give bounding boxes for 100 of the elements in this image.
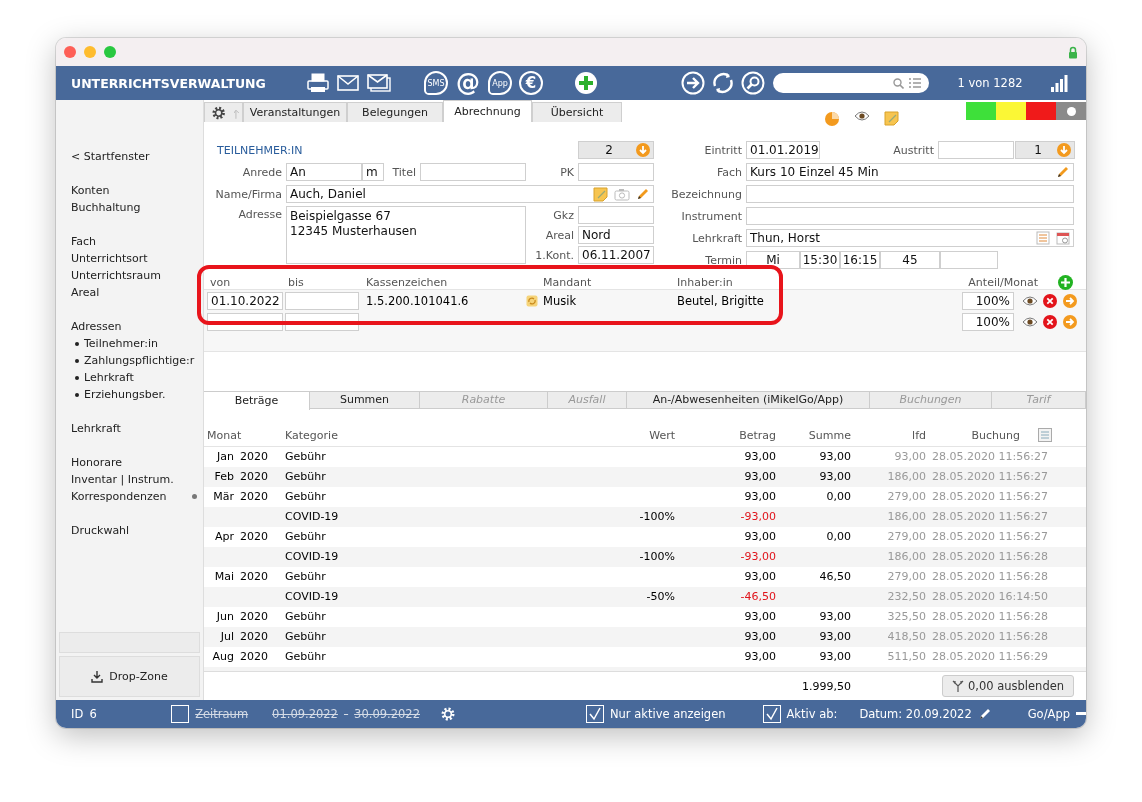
share-field[interactable]: 100% (962, 312, 1014, 331)
sidebar-item[interactable]: Unterrichtsraum (71, 269, 162, 282)
sidebar-item[interactable]: Lehrkraft (84, 371, 134, 384)
status-color-swatch[interactable] (996, 102, 1026, 120)
hide-button[interactable]: 0,00 ausblenden (942, 675, 1074, 697)
refresh-icon[interactable] (526, 294, 538, 307)
status-color-swatch[interactable] (966, 102, 996, 120)
refresh-icon[interactable] (711, 71, 735, 95)
text-field[interactable]: An (286, 163, 362, 181)
address-field[interactable]: Beispielgasse 67 12345 Musterhausen (286, 206, 526, 264)
minimize-window-button[interactable] (84, 46, 96, 58)
sidebar-item[interactable]: Buchhaltung (71, 201, 141, 214)
status-color-swatch[interactable] (1056, 102, 1086, 120)
sidebar-item[interactable]: Areal (71, 286, 100, 299)
text-field[interactable] (420, 163, 526, 181)
text-field[interactable] (746, 185, 1074, 203)
schedule-cell[interactable]: 45 (880, 251, 940, 269)
date-field[interactable]: 01.01.2019 (746, 141, 820, 159)
list-icon[interactable] (1036, 231, 1050, 245)
sidebar-item[interactable]: Konten (71, 184, 110, 197)
pencil-icon[interactable] (636, 187, 650, 201)
sidebar-item[interactable]: Zahlungspflichtige:r (84, 354, 195, 367)
pencil-icon[interactable] (977, 707, 992, 721)
counter-field[interactable]: 1 (1015, 141, 1075, 159)
date-field[interactable] (938, 141, 1014, 159)
counter-field[interactable]: 2 (578, 141, 654, 159)
message-button[interactable]: App (488, 71, 512, 95)
text-field[interactable]: m (362, 163, 384, 181)
sidebar-item[interactable]: Lehrkraft (71, 422, 121, 435)
tab[interactable]: Übersicht (532, 102, 622, 122)
share-field[interactable]: 100% (962, 291, 1014, 310)
pie-chart-icon[interactable] (824, 111, 840, 127)
eye-icon[interactable] (1022, 316, 1038, 327)
mail-icon[interactable] (337, 75, 359, 91)
delete-icon[interactable] (1043, 314, 1057, 329)
eye-icon[interactable] (854, 111, 870, 121)
sidebar-item[interactable]: Druckwahl (71, 524, 130, 537)
text-field[interactable]: Kurs 10 Einzel 45 Min (746, 163, 1074, 181)
minus-icon[interactable] (1076, 712, 1086, 716)
checkbox[interactable] (762, 705, 781, 723)
pencil-icon[interactable] (1056, 165, 1070, 179)
tab[interactable]: Belegungen (347, 102, 443, 122)
text-field[interactable]: Thun, Horst (746, 229, 1074, 247)
message-button[interactable]: SMS (424, 71, 448, 95)
text-field[interactable]: Auch, Daniel (286, 185, 654, 203)
eye-icon[interactable] (1022, 295, 1038, 306)
note-icon[interactable] (593, 186, 608, 202)
add-icon[interactable] (574, 71, 598, 95)
text-field[interactable] (746, 207, 1074, 225)
arrow-right-icon[interactable] (681, 71, 705, 95)
zoom-window-button[interactable] (104, 46, 116, 58)
printer-icon[interactable] (307, 73, 329, 93)
schedule-cell[interactable] (940, 251, 998, 269)
mails-icon[interactable] (367, 74, 391, 92)
settings-icon[interactable] (439, 706, 456, 722)
columns-icon[interactable] (1038, 428, 1052, 442)
close-window-button[interactable] (64, 46, 76, 58)
sidebar-item[interactable]: Teilnehmer:in (84, 337, 158, 350)
sidebar-item[interactable]: Adressen (71, 320, 122, 333)
sidebar-item[interactable]: Honorare (71, 456, 122, 469)
text-field[interactable] (578, 163, 654, 181)
drop-zone[interactable]: Drop-Zone (59, 656, 200, 697)
sidebar-item[interactable]: Korrespondenzen (71, 490, 167, 503)
table-cell: 28.05.2020 11:56:27 (932, 490, 1048, 503)
dropdown-icon[interactable] (636, 143, 650, 157)
table-cell: 93,00 (744, 630, 776, 643)
text-field[interactable]: 06.11.2007 (578, 246, 654, 264)
tab[interactable]: Abrechnung (443, 100, 532, 122)
search-icon[interactable] (741, 71, 765, 95)
schedule-cell[interactable]: 15:30 (800, 251, 840, 269)
checkbox[interactable] (171, 705, 190, 723)
sidebar-item[interactable]: Erziehungsber. (84, 388, 166, 401)
sidebar-item[interactable]: Fach (71, 235, 97, 248)
tab[interactable]: Veranstaltungen (243, 102, 347, 122)
text-field[interactable] (578, 206, 654, 224)
camera-icon[interactable] (614, 187, 630, 201)
sidebar-item[interactable]: < Startfenster (71, 150, 150, 163)
status-color-swatch[interactable] (1026, 102, 1056, 120)
add-icon[interactable] (1058, 274, 1073, 290)
field-label: Name/Firma (214, 187, 283, 201)
date-field[interactable]: 01.10.2022 (207, 291, 283, 310)
sidebar-item[interactable]: Unterrichtsort (71, 252, 148, 265)
settings-icon[interactable] (211, 104, 227, 121)
tab[interactable]: An-/Abwesenheiten (iMikelGo/App) (627, 390, 870, 409)
note-icon[interactable] (884, 111, 899, 126)
tab[interactable]: Beträge (204, 390, 310, 410)
tab[interactable]: Summen (310, 390, 420, 409)
delete-icon[interactable] (1043, 293, 1057, 308)
date-field[interactable] (285, 291, 359, 310)
search-field[interactable] (773, 73, 929, 93)
payment-button[interactable]: € (519, 71, 543, 95)
dropdown-icon[interactable] (1057, 143, 1071, 157)
email-button[interactable]: @ (455, 71, 481, 95)
checkbox[interactable] (585, 705, 604, 723)
text-field[interactable]: Nord (578, 226, 654, 244)
schedule-cell[interactable]: 16:15 (840, 251, 880, 269)
calendar-icon[interactable] (1056, 231, 1070, 245)
search-icon[interactable] (893, 77, 904, 89)
list-icon[interactable] (909, 78, 921, 88)
sidebar-item[interactable]: Inventar | Instrum. (71, 473, 174, 486)
